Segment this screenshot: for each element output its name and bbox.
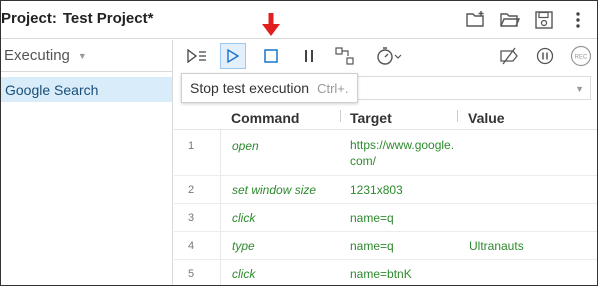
open-folder-icon[interactable] bbox=[499, 9, 521, 31]
column-divider bbox=[340, 110, 341, 122]
table-row[interactable]: 1 open https://www.google.com/ bbox=[174, 130, 597, 176]
annotation-arrow-icon bbox=[262, 13, 280, 36]
test-item-label: Google Search bbox=[5, 81, 99, 98]
more-vert-icon[interactable] bbox=[567, 9, 589, 31]
stop-tooltip: Stop test execution Ctrl+. bbox=[181, 73, 358, 103]
column-header-target[interactable]: Target bbox=[350, 110, 392, 126]
row-target: 1231x803 bbox=[350, 183, 403, 197]
tests-panel: Executing ▼ Google Search bbox=[1, 40, 173, 285]
header-actions bbox=[465, 9, 589, 31]
base-url-field[interactable]: ▼ bbox=[346, 76, 591, 100]
test-item-google-search[interactable]: Google Search bbox=[1, 77, 172, 102]
executing-label: Executing bbox=[4, 47, 70, 64]
table-row[interactable]: 3 click name=q bbox=[174, 204, 597, 232]
row-target: https://www.google.com/ bbox=[350, 138, 455, 168]
column-divider bbox=[457, 110, 458, 122]
column-header-value[interactable]: Value bbox=[468, 110, 505, 126]
row-command: click bbox=[232, 211, 256, 225]
save-icon[interactable] bbox=[533, 9, 555, 31]
row-value: Ultranauts bbox=[469, 239, 524, 253]
executing-dropdown[interactable]: Executing ▼ bbox=[1, 40, 172, 72]
pause-on-exception-icon[interactable] bbox=[532, 43, 558, 69]
project-label: Project: bbox=[1, 10, 57, 27]
ide-window: Project: Test Project* Executing ▼ Google… bbox=[0, 0, 598, 286]
disable-breakpoints-icon[interactable] bbox=[496, 43, 522, 69]
chevron-down-icon[interactable]: ▼ bbox=[575, 84, 584, 94]
tooltip-shortcut: Ctrl+. bbox=[317, 80, 349, 96]
playback-toolbar: REC bbox=[174, 40, 597, 72]
row-command: open bbox=[232, 139, 259, 153]
record-icon[interactable]: REC bbox=[568, 43, 594, 69]
table-header: Command Target Value bbox=[174, 106, 597, 130]
column-header-command[interactable]: Command bbox=[231, 110, 299, 126]
run-all-icon[interactable] bbox=[184, 43, 210, 69]
row-number: 5 bbox=[188, 268, 195, 280]
row-number: 1 bbox=[188, 140, 195, 152]
row-command: set window size bbox=[232, 183, 317, 197]
stop-icon[interactable] bbox=[258, 43, 284, 69]
project-name[interactable]: Test Project* bbox=[63, 10, 154, 27]
table-row[interactable]: 4 type name=q Ultranauts bbox=[174, 232, 597, 260]
step-icon[interactable] bbox=[332, 43, 358, 69]
row-target: name=q bbox=[350, 239, 394, 253]
project-title: Project: Test Project* bbox=[1, 10, 153, 27]
row-number: 2 bbox=[188, 184, 195, 196]
pause-icon[interactable] bbox=[296, 43, 322, 69]
tooltip-text: Stop test execution bbox=[190, 80, 310, 96]
new-folder-icon[interactable] bbox=[465, 9, 487, 31]
row-target: name=q bbox=[350, 211, 394, 225]
svg-text:REC: REC bbox=[575, 55, 588, 61]
table-row[interactable]: 5 click name=btnK bbox=[174, 260, 597, 285]
chevron-down-icon: ▼ bbox=[77, 50, 87, 61]
row-number: 3 bbox=[188, 212, 195, 224]
row-command: type bbox=[232, 239, 255, 253]
commands-table: Command Target Value 1 open https://www.… bbox=[174, 106, 597, 285]
run-current-icon[interactable] bbox=[220, 43, 246, 69]
table-row[interactable]: 2 set window size 1231x803 bbox=[174, 176, 597, 204]
speed-icon[interactable] bbox=[376, 43, 402, 69]
project-header: Project: Test Project* bbox=[1, 1, 597, 39]
row-number: 4 bbox=[188, 240, 195, 252]
row-command: click bbox=[232, 267, 256, 281]
row-target: name=btnK bbox=[350, 267, 412, 281]
